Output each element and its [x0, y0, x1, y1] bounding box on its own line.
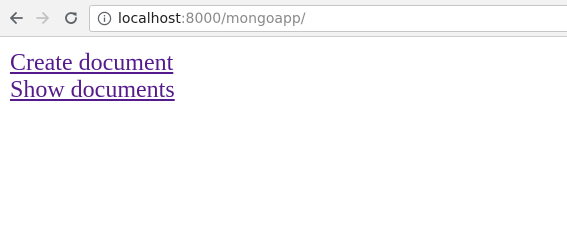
info-icon[interactable] [97, 11, 112, 26]
forward-button[interactable] [31, 6, 55, 30]
url-host: localhost [118, 11, 181, 27]
reload-button[interactable] [59, 6, 83, 30]
create-document-link[interactable]: Create document [10, 50, 175, 77]
show-documents-link[interactable]: Show documents [10, 77, 175, 104]
back-button[interactable] [4, 6, 28, 30]
arrow-left-icon [10, 12, 23, 24]
url-path: :8000/mongoapp/ [180, 11, 306, 27]
url-text[interactable]: localhost:8000/mongoapp/ [118, 11, 306, 27]
address-bar[interactable]: localhost:8000/mongoapp/ [89, 5, 567, 32]
arrow-right-icon [36, 12, 49, 24]
browser-toolbar: localhost:8000/mongoapp/ [0, 0, 567, 37]
reload-icon [65, 12, 77, 24]
page-content: Create document Show documents [10, 50, 175, 104]
